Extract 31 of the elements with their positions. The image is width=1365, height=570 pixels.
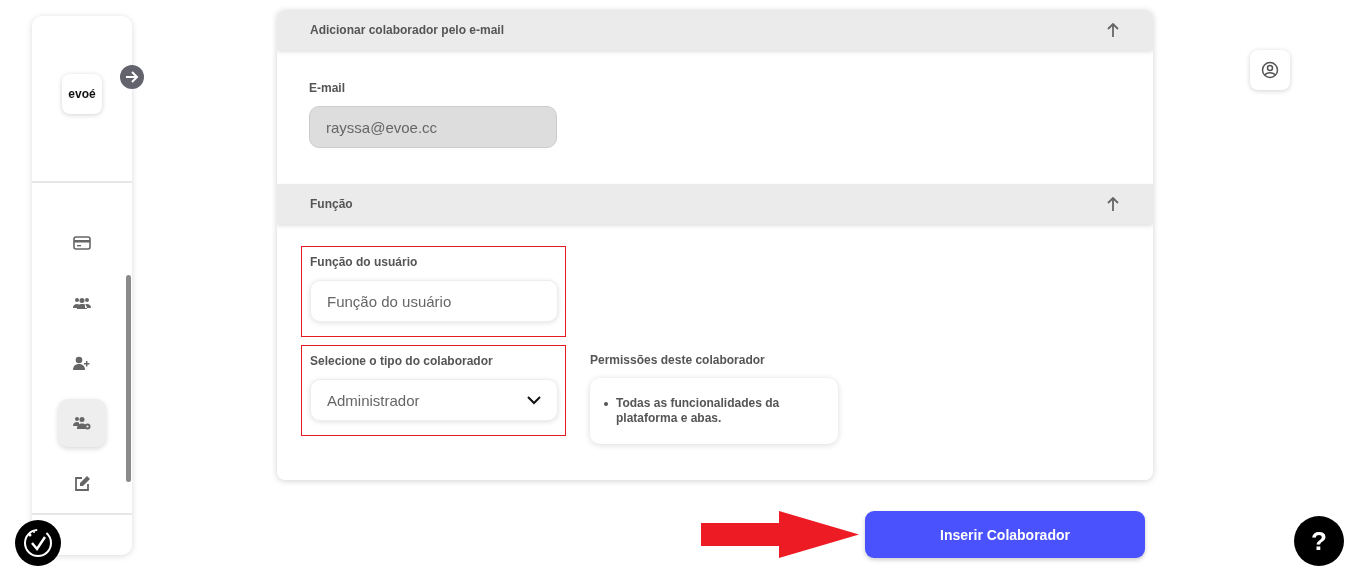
section-title: Adicionar colaborador pelo e-mail (310, 23, 505, 37)
sidebar-item[interactable] (58, 399, 106, 447)
group-settings-icon (73, 416, 91, 430)
check-badge-icon (22, 527, 54, 559)
section-title: Função (310, 197, 353, 211)
credit-card-icon (73, 236, 91, 250)
user-circle-icon (1261, 61, 1279, 79)
submit-button[interactable]: Inserir Colaborador (865, 511, 1145, 558)
chevron-down-icon (527, 395, 541, 405)
expand-button[interactable] (120, 65, 144, 89)
collapse-icon[interactable] (1107, 23, 1119, 37)
field-label: Função do usuário (310, 255, 419, 269)
scrollbar[interactable] (126, 275, 131, 482)
profile-button[interactable] (1250, 50, 1290, 90)
logo[interactable]: evoé (62, 73, 102, 114)
edit-icon (73, 474, 91, 492)
user-add-icon (73, 356, 91, 370)
help-button[interactable]: ? (1294, 516, 1344, 566)
bullet-icon (604, 402, 608, 406)
field-label: Permissões deste colaborador (590, 353, 766, 367)
section-header[interactable]: Adicionar colaborador pelo e-mail (277, 10, 1153, 50)
badge-button[interactable] (15, 520, 61, 566)
field-label: Selecione o tipo do colaborador (310, 354, 494, 368)
arrow-right-icon (124, 69, 140, 85)
collapse-icon[interactable] (1107, 197, 1119, 211)
group-icon (73, 297, 91, 309)
input-field[interactable]: Função do usuário (310, 280, 558, 322)
section-header[interactable]: Função (277, 184, 1153, 224)
select-dropdown[interactable]: Administrador (310, 379, 558, 421)
permission-text: Todas as funcionalidades da plataforma e abas. (616, 396, 781, 426)
field-label: E-mail (309, 81, 346, 95)
